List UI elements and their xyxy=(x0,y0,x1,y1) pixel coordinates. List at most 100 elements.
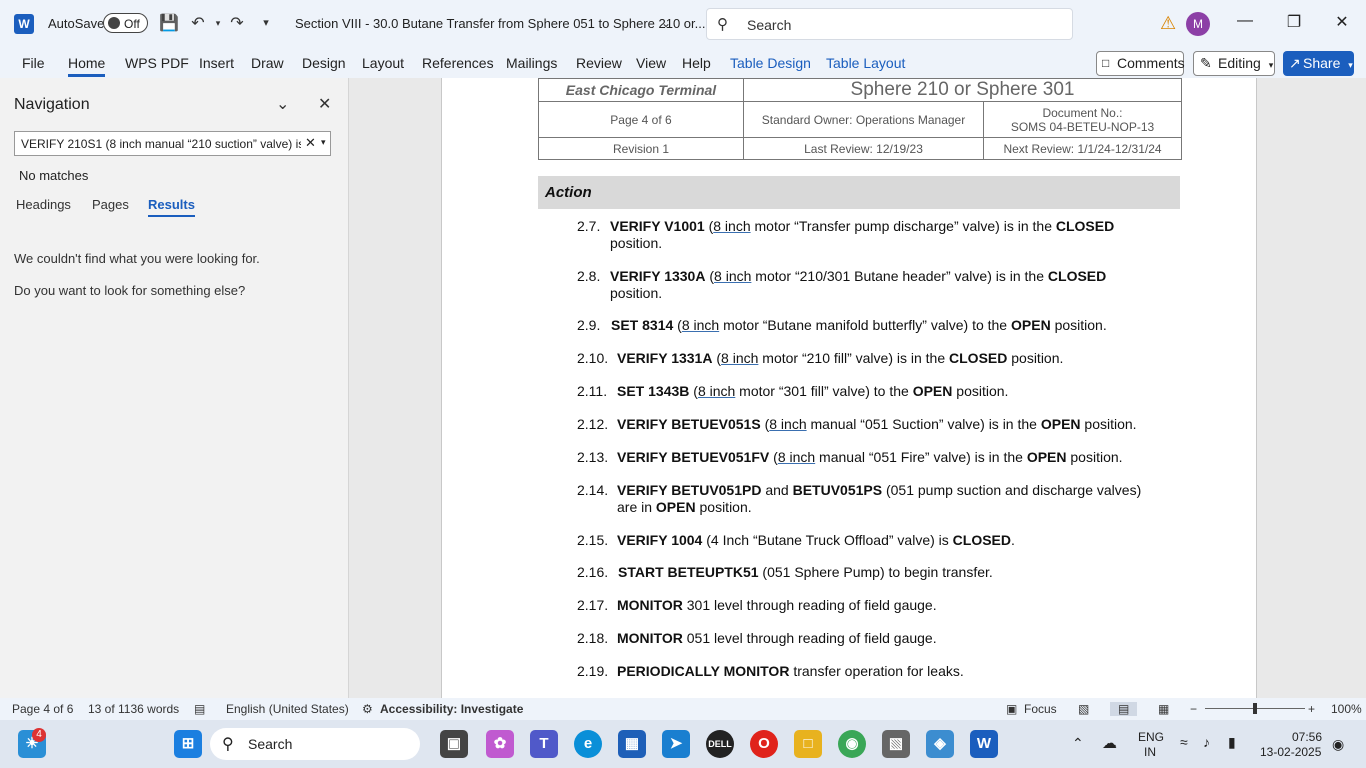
wifi-icon[interactable]: ≈ xyxy=(1180,734,1188,750)
redo-icon[interactable]: ↷ xyxy=(226,13,248,33)
start-windows-icon[interactable]: ⊞ xyxy=(174,730,202,758)
focus-button[interactable]: Focus xyxy=(1024,702,1057,716)
tab-review[interactable]: Review xyxy=(576,55,622,71)
proofing-icon[interactable]: ▤ xyxy=(194,702,205,716)
volume-icon[interactable]: ♪ xyxy=(1203,734,1210,750)
zoom-in-icon[interactable]: + xyxy=(1308,702,1315,716)
tab-table-layout[interactable]: Table Layout xyxy=(826,55,905,71)
search-dropdown-icon[interactable]: ▾ xyxy=(321,137,326,148)
app-icon[interactable]: ▧ xyxy=(882,730,910,758)
word-taskbar-icon[interactable]: W xyxy=(970,730,998,758)
tab-references[interactable]: References xyxy=(422,55,494,71)
step-command: VERIFY 1331A xyxy=(617,350,713,366)
zoom-slider-thumb[interactable] xyxy=(1253,703,1257,714)
word-logo-icon: W xyxy=(14,14,34,34)
store-icon[interactable]: ▦ xyxy=(618,730,646,758)
status-language[interactable]: English (United States) xyxy=(226,702,349,716)
nav-tab-headings[interactable]: Headings xyxy=(16,197,71,212)
terminal-cell[interactable]: East Chicago Terminal xyxy=(538,78,744,102)
nav-close-icon[interactable]: ✕ xyxy=(318,94,331,114)
status-accessibility[interactable]: Accessibility: Investigate xyxy=(380,702,523,716)
document-title[interactable]: Section VIII - 30.0 Butane Transfer from… xyxy=(295,16,705,31)
tab-layout[interactable]: Layout xyxy=(362,55,404,71)
tab-insert[interactable]: Insert xyxy=(199,55,234,71)
no-matches-text: No matches xyxy=(19,168,89,183)
step-number: 2.16. xyxy=(577,564,609,580)
save-icon[interactable]: 💾 xyxy=(158,13,180,33)
share-button[interactable]: ↗ Share ▾ xyxy=(1283,51,1354,76)
document-page[interactable]: East Chicago Terminal Sphere 210 or Sphe… xyxy=(441,78,1257,698)
edge-icon[interactable]: e xyxy=(574,730,602,758)
docno-cell[interactable]: Document No.: SOMS 04-BETEU-NOP-13 xyxy=(983,101,1182,138)
tab-help[interactable]: Help xyxy=(682,55,711,71)
step-state: CLOSED xyxy=(1055,218,1115,234)
restore-icon[interactable]: ❐ xyxy=(1282,12,1306,32)
lang-eng[interactable]: ENG xyxy=(1138,730,1164,744)
tab-table-design[interactable]: Table Design xyxy=(730,55,811,71)
avatar[interactable]: M xyxy=(1186,12,1210,36)
chrome-icon[interactable]: ◉ xyxy=(838,730,866,758)
editing-mode-button[interactable]: ✎ Editing ▾ xyxy=(1193,51,1275,76)
search-box[interactable]: ⚲ Search xyxy=(706,8,1073,40)
nav-options-chevron-icon[interactable]: ⌄ xyxy=(276,94,289,114)
taskbar-search[interactable]: ⚲ Search xyxy=(210,728,420,760)
step-size-link: 8 inch xyxy=(769,416,807,432)
next-review-cell[interactable]: Next Review: 1/1/24-12/31/24 xyxy=(983,137,1182,160)
photos-icon[interactable]: ◈ xyxy=(926,730,954,758)
lang-in[interactable]: IN xyxy=(1144,745,1156,759)
tray-chevron-up-icon[interactable]: ⌃ xyxy=(1072,735,1084,752)
tab-file[interactable]: File xyxy=(22,55,45,71)
opera-icon[interactable]: O xyxy=(750,730,778,758)
nav-tab-results[interactable]: Results xyxy=(148,197,195,217)
page-cell[interactable]: Page 4 of 6 xyxy=(538,101,744,138)
document-area[interactable]: East Chicago Terminal Sphere 210 or Sphe… xyxy=(350,78,1366,698)
print-layout-icon[interactable]: ▤ xyxy=(1110,702,1138,716)
autosave-label: AutoSave xyxy=(48,16,105,31)
nav-tab-pages[interactable]: Pages xyxy=(92,197,129,212)
file-explorer-icon[interactable]: □ xyxy=(794,730,822,758)
clear-search-icon[interactable]: ✕ xyxy=(305,135,316,151)
cloud-icon[interactable]: ☁ xyxy=(1102,734,1117,752)
read-mode-icon[interactable]: ▧ xyxy=(1078,702,1089,716)
tab-draw[interactable]: Draw xyxy=(251,55,284,71)
zoom-slider[interactable] xyxy=(1205,703,1305,714)
step-text-part: position. xyxy=(1066,449,1123,465)
status-words[interactable]: 13 of 1136 words xyxy=(88,702,179,716)
warning-icon[interactable]: ⚠ xyxy=(1160,13,1176,34)
notifications-icon[interactable]: ◉ xyxy=(1332,736,1344,753)
tab-design[interactable]: Design xyxy=(302,55,346,71)
zoom-out-icon[interactable]: − xyxy=(1190,702,1197,716)
sphere-cell[interactable]: Sphere 210 or Sphere 301 xyxy=(743,78,1182,102)
close-icon[interactable]: ✕ xyxy=(1330,12,1354,32)
header-table[interactable]: East Chicago Terminal Sphere 210 or Sphe… xyxy=(538,78,1182,160)
task-view-icon[interactable]: ▣ xyxy=(440,730,468,758)
minimize-icon[interactable]: — xyxy=(1233,12,1257,30)
undo-icon[interactable]: ↶ xyxy=(187,13,209,33)
dell-icon[interactable]: DELL xyxy=(706,730,734,758)
clock-time[interactable]: 07:56 xyxy=(1292,730,1322,744)
comments-button[interactable]: □ Comments xyxy=(1096,51,1185,76)
share-icon: ↗ xyxy=(1289,55,1301,71)
power-automate-icon[interactable]: ➤ xyxy=(662,730,690,758)
customize-qat-icon[interactable]: ▾ xyxy=(255,16,277,29)
tab-home[interactable]: Home xyxy=(68,55,106,77)
nav-search-input[interactable]: VERIFY 210S1 (8 inch manual “210 suction… xyxy=(14,131,331,156)
teams-icon[interactable]: T xyxy=(530,730,558,758)
clock-date[interactable]: 13-02-2025 xyxy=(1260,745,1321,759)
owner-cell[interactable]: Standard Owner: Operations Manager xyxy=(743,101,984,138)
step-text: VERIFY V1001 (8 inch motor “Transfer pum… xyxy=(610,218,1170,252)
revision-cell[interactable]: Revision 1 xyxy=(538,137,744,160)
zoom-level[interactable]: 100% xyxy=(1331,702,1362,716)
last-review-cell[interactable]: Last Review: 12/19/23 xyxy=(743,137,984,160)
tab-view[interactable]: View xyxy=(636,55,666,71)
web-layout-icon[interactable]: ▦ xyxy=(1158,702,1169,716)
tab-mailings[interactable]: Mailings xyxy=(506,55,557,71)
title-chevron-down-icon[interactable]: ⌄ xyxy=(655,16,677,30)
autosave-toggle[interactable]: Off xyxy=(103,13,148,33)
tab-wps-pdf[interactable]: WPS PDF xyxy=(125,55,189,71)
status-page[interactable]: Page 4 of 6 xyxy=(12,702,73,716)
action-heading[interactable]: Action xyxy=(538,176,1180,209)
battery-icon[interactable]: ▮ xyxy=(1228,734,1236,751)
copilot-icon[interactable]: ✿ xyxy=(486,730,514,758)
docno-value: SOMS 04-BETEU-NOP-13 xyxy=(1010,119,1155,134)
